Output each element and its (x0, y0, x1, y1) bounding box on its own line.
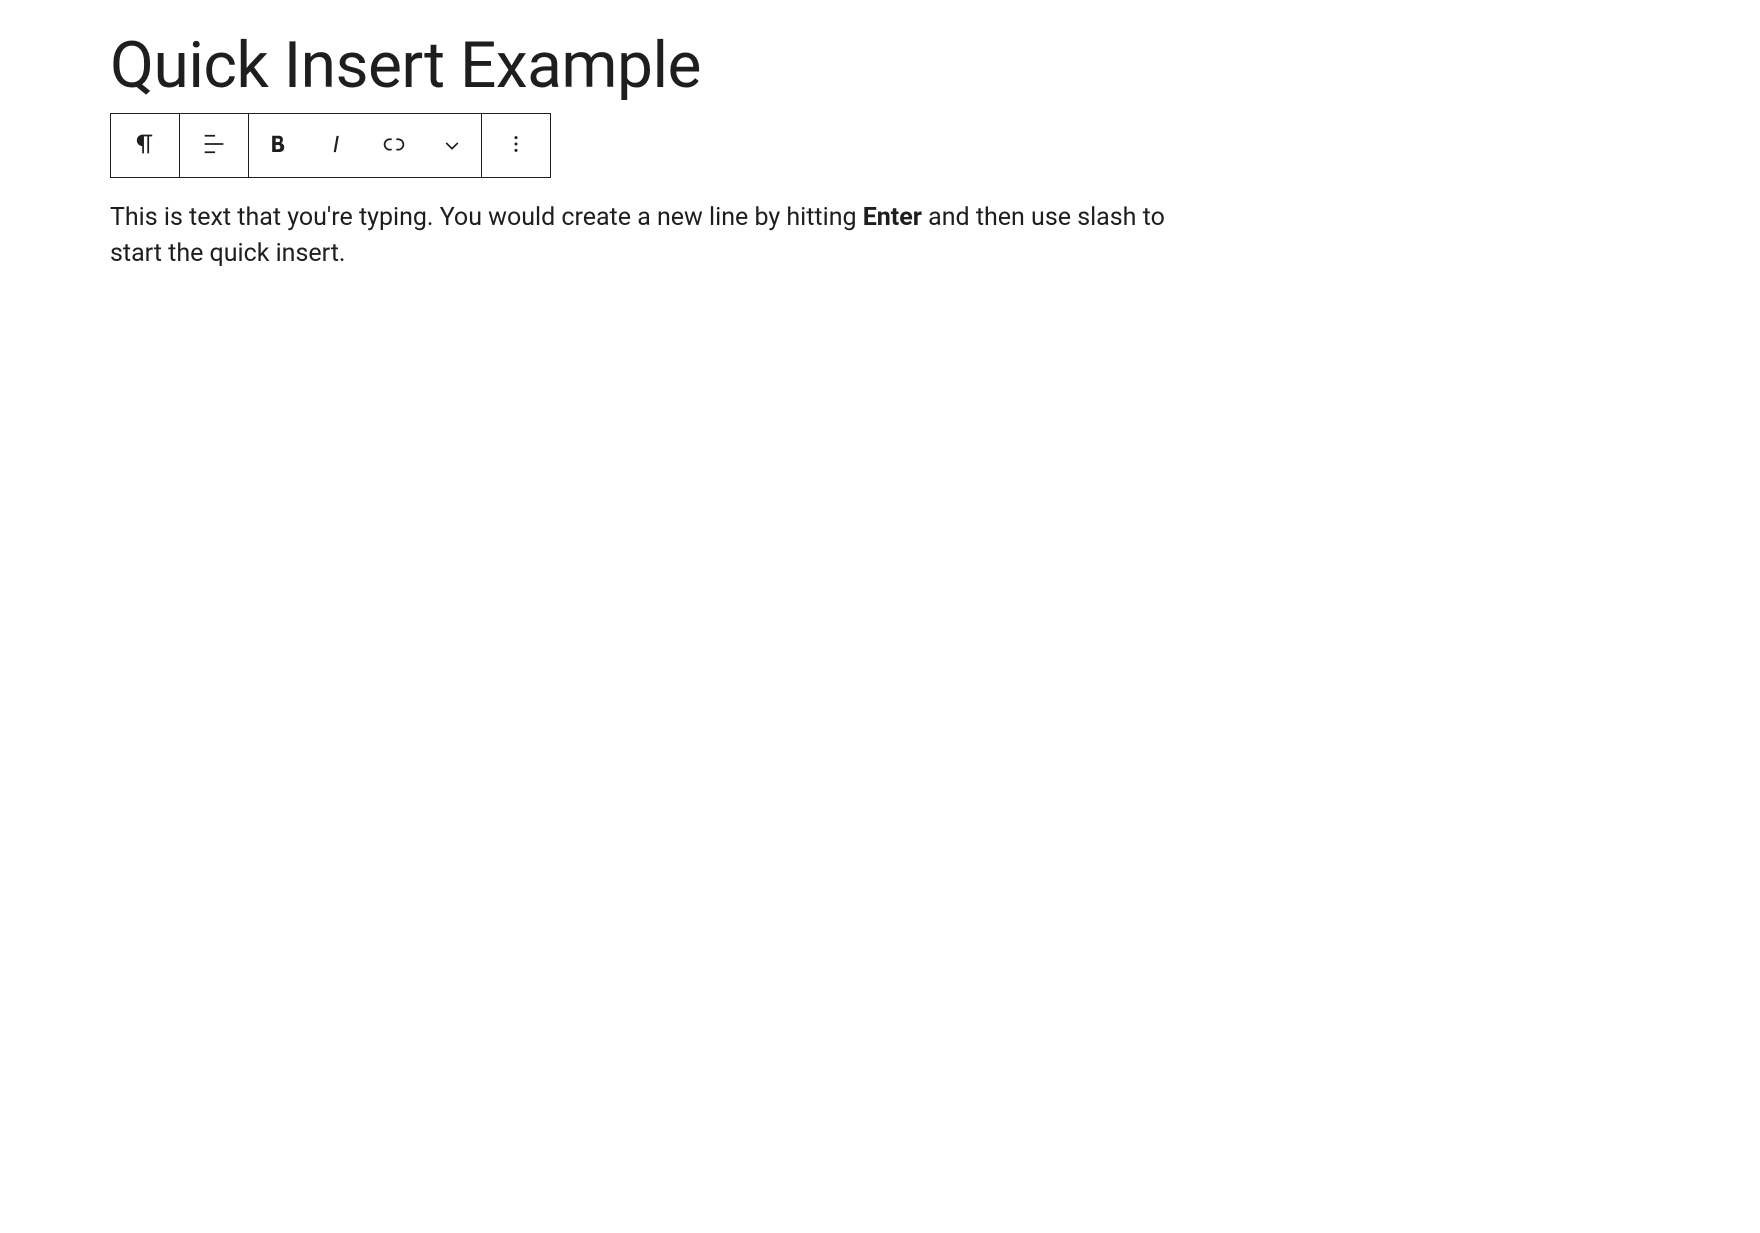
block-toolbar (110, 113, 551, 178)
toolbar-group-align (180, 114, 249, 177)
chevron-down-icon (438, 130, 466, 161)
more-vertical-icon (502, 130, 530, 161)
paragraph-block[interactable]: This is text that you're typing. You wou… (110, 200, 1220, 273)
toolbar-group-block-type (111, 114, 180, 177)
paragraph-icon (131, 130, 159, 161)
bold-button[interactable] (249, 114, 307, 177)
toolbar-group-formatting (249, 114, 482, 177)
more-formatting-button[interactable] (423, 114, 481, 177)
bold-icon (264, 130, 292, 161)
link-button[interactable] (365, 114, 423, 177)
paragraph-text-bold: Enter (863, 203, 922, 232)
editor-container: Quick Insert Example (0, 28, 1760, 272)
italic-button[interactable] (307, 114, 365, 177)
align-button[interactable] (180, 114, 248, 177)
options-button[interactable] (482, 114, 550, 177)
italic-icon (322, 130, 350, 161)
link-icon (380, 130, 408, 161)
paragraph-text-before: This is text that you're typing. You wou… (110, 203, 863, 232)
align-left-icon (200, 130, 228, 161)
block-type-button[interactable] (111, 114, 179, 177)
post-title[interactable]: Quick Insert Example (110, 28, 1650, 105)
toolbar-group-options (482, 114, 550, 177)
